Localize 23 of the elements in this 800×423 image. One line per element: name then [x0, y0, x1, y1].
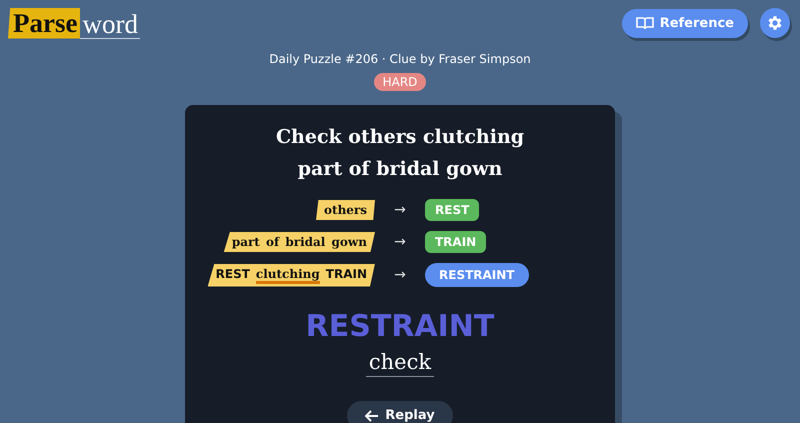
result-chip: TRAIN: [425, 231, 486, 253]
difficulty-badge: HARD: [374, 73, 426, 91]
result-chip: RESTRAINT: [425, 263, 528, 287]
arrow: →: [393, 234, 407, 250]
settings-icon: [766, 14, 784, 32]
indicator-word: clutching: [256, 266, 320, 284]
arrow: →: [393, 202, 407, 218]
logo-text: word: [80, 10, 140, 38]
wordplay-word: REST: [216, 266, 250, 280]
wordplay-word: TRAIN: [326, 266, 367, 280]
puzzle-subtitle: Daily Puzzle #206 · Clue by Fraser Simpson: [268, 52, 532, 66]
arrow: →: [393, 267, 407, 283]
book-icon: [636, 16, 654, 30]
result-chip: REST: [425, 199, 480, 221]
replay-button[interactable]: Replay: [347, 401, 453, 423]
definition-text: check: [366, 350, 434, 377]
clue-fragment: others: [324, 203, 367, 217]
logo-highlight: Parse: [8, 8, 80, 38]
clue-text: Check others clutching part of bridal gown: [276, 125, 524, 182]
clue-fragment: part of bridal gown: [232, 235, 367, 249]
settings-button[interactable]: [760, 8, 790, 38]
back-arrow-icon: [365, 410, 380, 422]
answer-text: RESTRAINT: [306, 309, 494, 344]
